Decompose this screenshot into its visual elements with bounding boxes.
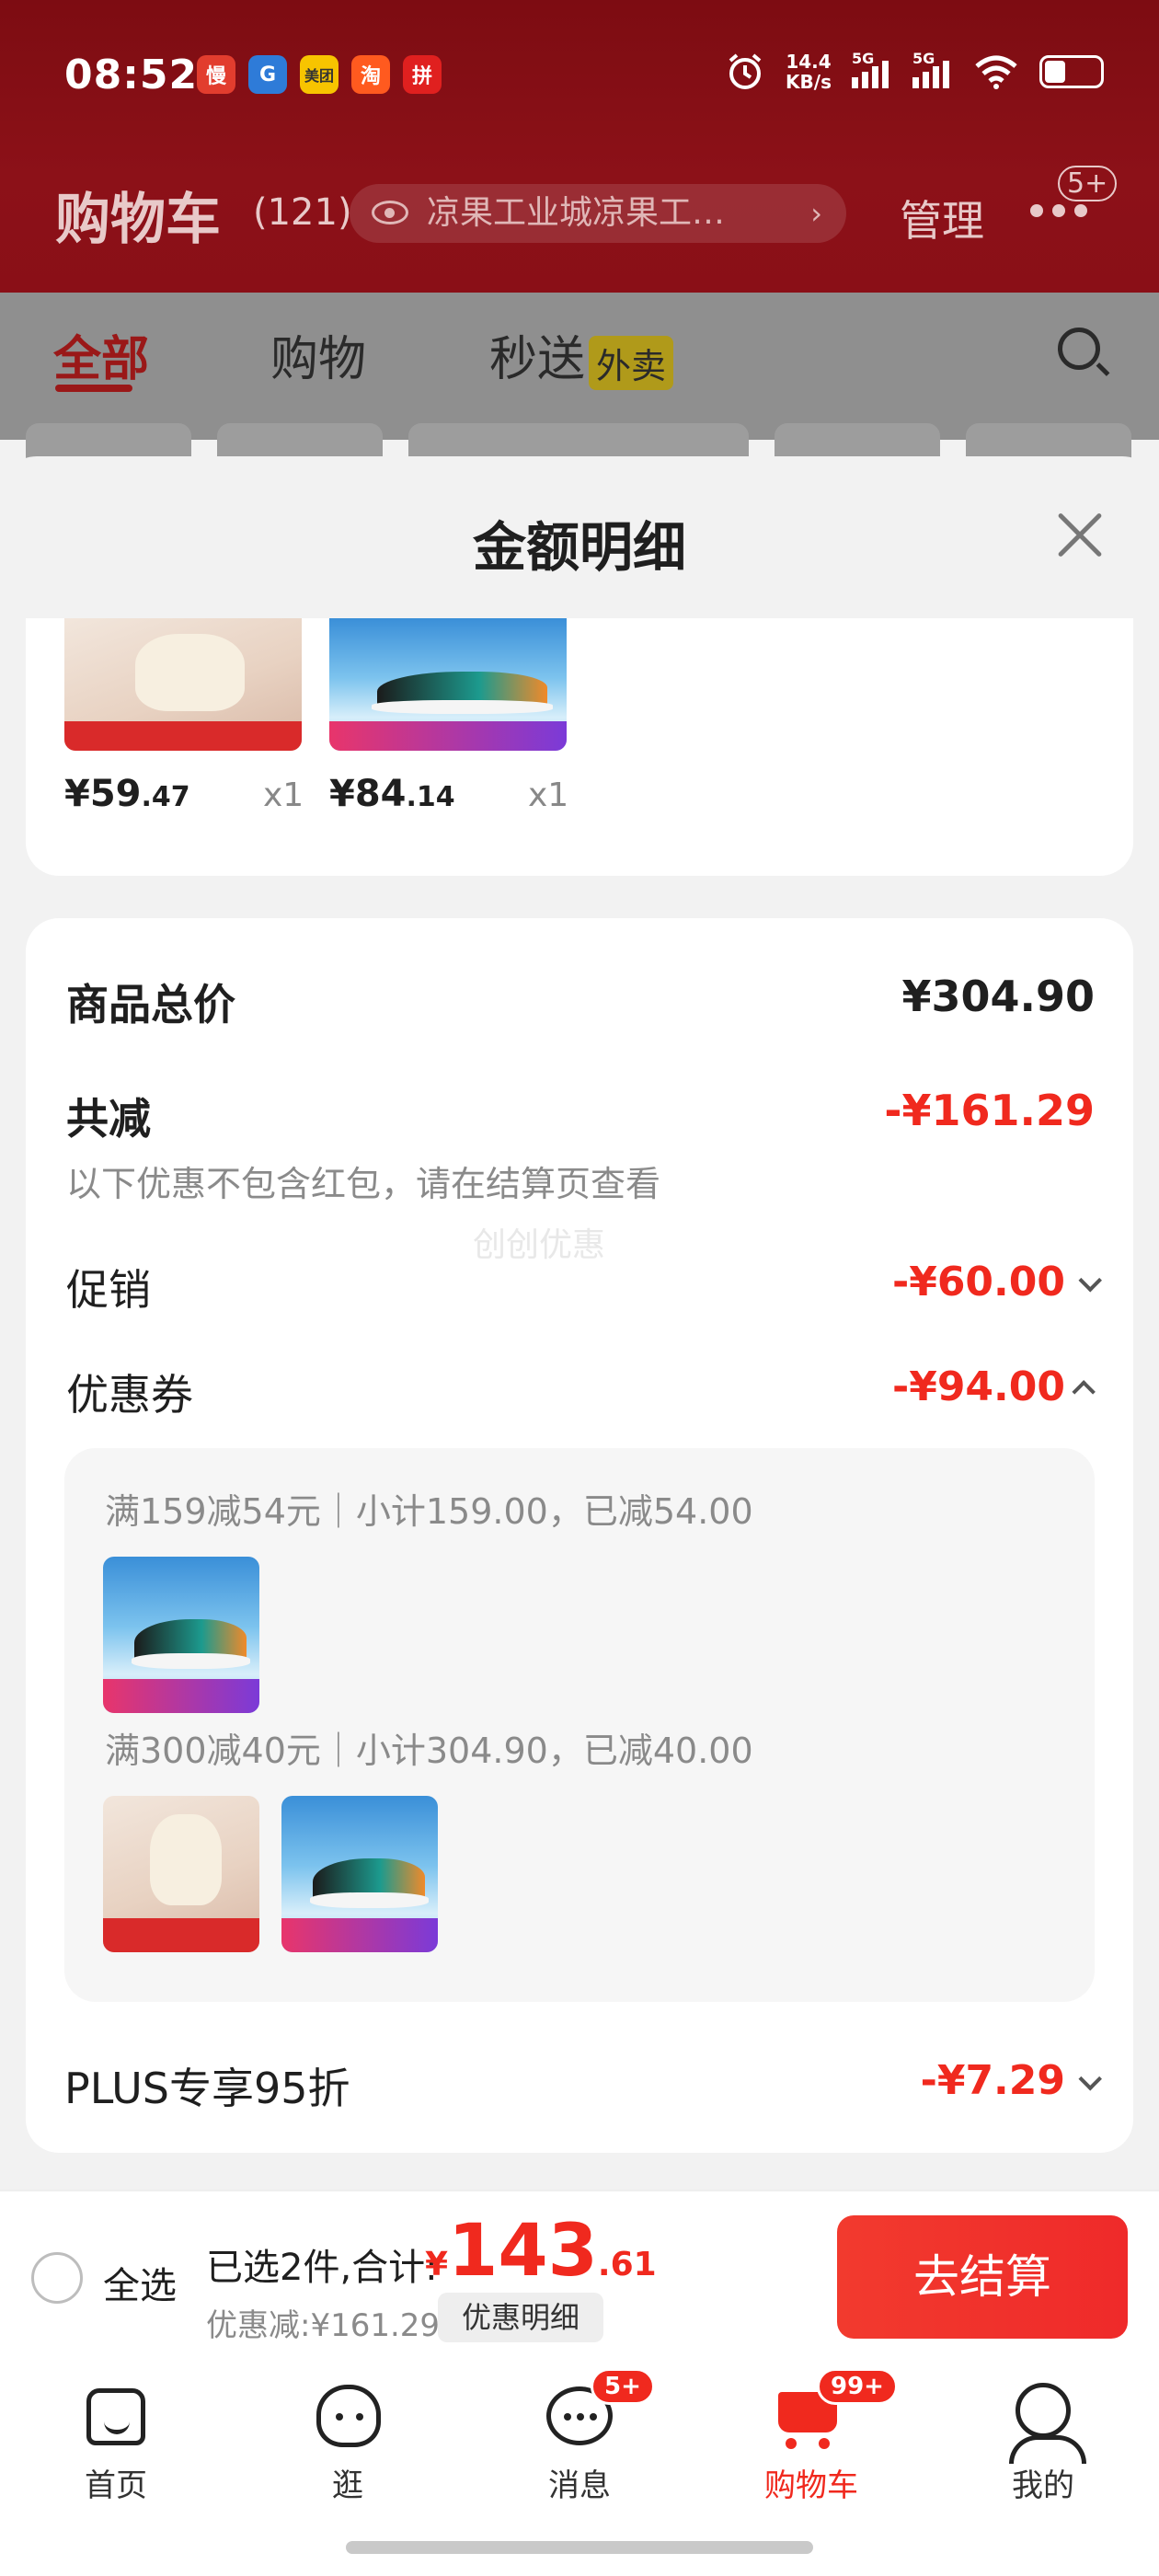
plus-discount-label: PLUS专享95折 bbox=[64, 2064, 350, 2113]
tab-home[interactable]: 首页 bbox=[24, 2379, 208, 2505]
net-speed: 14.4 KB/s bbox=[786, 52, 832, 92]
plus-discount-row[interactable]: -¥7.29 bbox=[920, 2057, 1102, 2104]
notification-app-icons: 慢 G 美团 淘 拼 bbox=[197, 55, 442, 94]
coupon-row[interactable]: -¥94.00 bbox=[891, 1363, 1096, 1410]
takeout-badge: 外卖 bbox=[589, 335, 674, 390]
sheet-title: 金额明细 bbox=[472, 516, 686, 579]
address-text: 凉果工业城凉果工… bbox=[427, 194, 726, 232]
item-qty: x1 bbox=[528, 776, 569, 814]
tab-me-label: 我的 bbox=[1012, 2467, 1074, 2504]
app-icon-3: 美团 bbox=[300, 55, 339, 94]
net-speed-unit: KB/s bbox=[786, 71, 832, 93]
item-qty: x1 bbox=[263, 776, 304, 814]
coupon-product-image-shoes[interactable] bbox=[103, 1557, 259, 1713]
status-right: 14.4 KB/s 5G 5G bbox=[725, 50, 1104, 92]
home-indicator[interactable] bbox=[346, 2541, 813, 2554]
app-icon-5: 拼 bbox=[403, 55, 442, 94]
item-price: ¥84.14 bbox=[329, 773, 455, 815]
more-badge: 5+ bbox=[1058, 166, 1118, 201]
selected-count-text: 已选2件,合计: bbox=[206, 2247, 438, 2289]
item-price: ¥59.47 bbox=[64, 773, 190, 815]
select-all-label[interactable]: 全选 bbox=[103, 2256, 177, 2309]
wifi-icon bbox=[975, 55, 1017, 89]
selected-items-card: ¥59.47 x1 ¥84.14 x1 bbox=[26, 618, 1133, 876]
signal-2-label: 5G bbox=[912, 50, 935, 67]
tab-home-label: 首页 bbox=[85, 2467, 147, 2504]
tab-browse-label: 逛 bbox=[332, 2467, 363, 2504]
discount-note: 以下优惠不包含红包，请在结算页查看 bbox=[66, 1164, 661, 1204]
total-int: 143 bbox=[448, 2210, 598, 2293]
app-icon-4: 淘 bbox=[351, 55, 390, 94]
tab-cart[interactable]: 99+ 购物车 bbox=[719, 2368, 903, 2505]
select-all-checkbox[interactable] bbox=[31, 2252, 83, 2304]
cart-title: 购物车 bbox=[55, 188, 221, 252]
tab-messages-label: 消息 bbox=[548, 2467, 611, 2504]
plus-discount-value: -¥7.29 bbox=[920, 2057, 1065, 2104]
tab-cart-label: 购物车 bbox=[764, 2467, 858, 2504]
coupon-detail-box: 满159减54元｜小计159.00，已减54.00 满300减40元｜小计304… bbox=[64, 1448, 1095, 2002]
status-time: 08:52 bbox=[64, 52, 199, 98]
item-price-dec: .47 bbox=[141, 781, 190, 813]
discount-detail-button[interactable]: 优惠明细 bbox=[438, 2293, 603, 2342]
tab-messages[interactable]: 5+ 消息 bbox=[488, 2368, 671, 2505]
coupon-rule-1: 满159减54元｜小计159.00，已减54.00 bbox=[105, 1491, 753, 1532]
goods-total-label: 商品总价 bbox=[66, 980, 235, 1029]
signal-1-label: 5G bbox=[852, 50, 875, 67]
address-selector[interactable]: 凉果工业城凉果工… › bbox=[350, 184, 846, 243]
net-speed-value: 14.4 bbox=[786, 51, 832, 73]
signal-icon-2: 5G bbox=[912, 50, 953, 88]
product-image-running-shoes[interactable] bbox=[329, 618, 567, 751]
coupon-rule-2: 满300减40元｜小计304.90，已减40.00 bbox=[105, 1731, 753, 1771]
messages-badge: 5+ bbox=[591, 2368, 655, 2405]
app-icon-1: 慢 bbox=[197, 55, 235, 94]
cart-badge: 99+ bbox=[817, 2368, 898, 2405]
coupon-label: 优惠券 bbox=[66, 1370, 193, 1420]
coupon-product-image-baby-clothes[interactable] bbox=[103, 1796, 259, 1952]
tab-instant-delivery-label: 秒送 bbox=[489, 332, 586, 387]
more-icon[interactable] bbox=[1030, 204, 1087, 217]
search-icon[interactable] bbox=[1058, 328, 1100, 370]
tab-instant-delivery[interactable]: 秒送 外卖 bbox=[489, 320, 674, 390]
watermark-text: 创创优惠 bbox=[473, 1226, 606, 1264]
promo-value: -¥60.00 bbox=[891, 1259, 1065, 1305]
signal-icon-1: 5G bbox=[852, 50, 892, 88]
coupon-value: -¥94.00 bbox=[891, 1363, 1065, 1410]
close-icon[interactable] bbox=[1050, 506, 1109, 565]
item-price-int: ¥59 bbox=[64, 773, 142, 815]
battery-icon bbox=[1039, 55, 1104, 88]
filter-chips bbox=[26, 423, 1131, 488]
chevron-right-icon: › bbox=[810, 196, 822, 231]
home-icon bbox=[86, 2388, 145, 2445]
manage-button[interactable]: 管理 bbox=[900, 188, 984, 248]
browse-icon bbox=[316, 2385, 381, 2447]
tab-me[interactable]: 我的 bbox=[951, 2379, 1135, 2505]
product-image-baby-clothes[interactable] bbox=[64, 618, 302, 751]
tab-shopping[interactable]: 购物 bbox=[270, 320, 366, 389]
alarm-icon bbox=[729, 53, 762, 89]
total-discount-value: -¥161.29 bbox=[884, 1086, 1095, 1135]
promo-label: 促销 bbox=[66, 1265, 151, 1315]
discount-amount-text: 优惠减:¥161.29 bbox=[206, 2307, 441, 2344]
promo-row[interactable]: -¥60.00 bbox=[891, 1259, 1102, 1305]
total-discount-label: 共减 bbox=[66, 1094, 151, 1144]
checkout-bar: 全选 已选2件,合计: ¥143.61 优惠减:¥161.29 优惠明细 去结算 bbox=[0, 2190, 1159, 2357]
cart-count: (121) bbox=[253, 191, 352, 234]
tab-browse[interactable]: 逛 bbox=[256, 2379, 440, 2505]
goods-total-value: ¥304.90 bbox=[901, 972, 1095, 1021]
tab-active-indicator bbox=[55, 385, 132, 392]
tab-all[interactable]: 全部 bbox=[53, 320, 149, 389]
total-dec: .61 bbox=[597, 2246, 657, 2283]
total-price: ¥143.61 bbox=[425, 2210, 657, 2293]
status-bar: 08:52 慢 G 美团 淘 拼 14.4 KB/s 5G 5G bbox=[0, 0, 1159, 147]
coupon-product-image-shoes[interactable] bbox=[281, 1796, 438, 1952]
app-icon-2: G bbox=[248, 55, 287, 94]
item-price-int: ¥84 bbox=[329, 773, 407, 815]
total-currency: ¥ bbox=[425, 2246, 449, 2283]
chevron-up-icon bbox=[1072, 1380, 1096, 1404]
item-price-dec: .14 bbox=[406, 781, 455, 813]
checkout-button[interactable]: 去结算 bbox=[837, 2215, 1128, 2339]
user-icon bbox=[1009, 2383, 1086, 2464]
eye-icon bbox=[372, 201, 408, 224]
